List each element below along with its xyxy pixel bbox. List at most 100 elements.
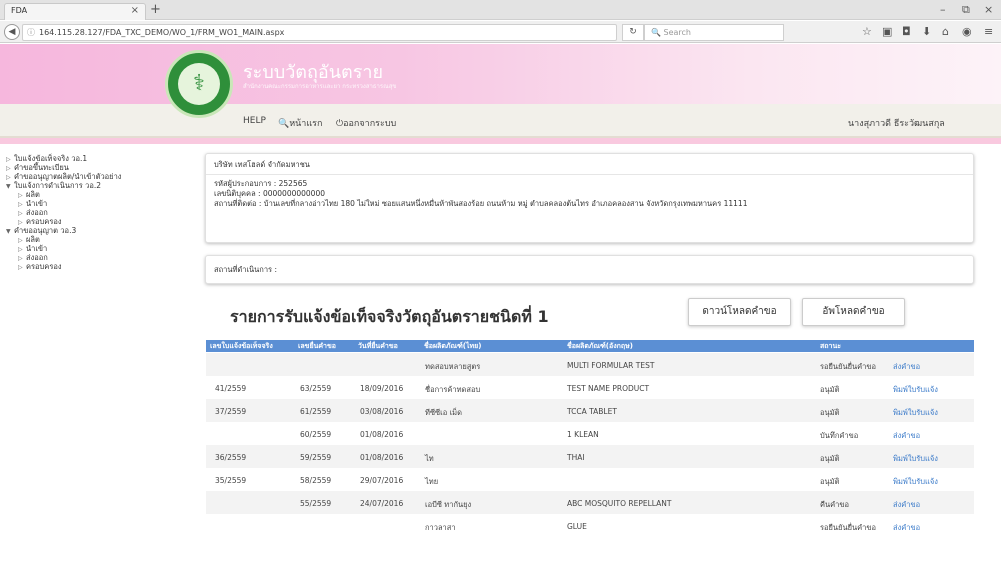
- menu-icon[interactable]: ≡: [984, 25, 993, 38]
- sidebar-item-wo2[interactable]: ▼ ใบแจ้งการดำเนินการ วอ.2: [6, 181, 196, 190]
- sidebar-subitem-import[interactable]: ▷ นำเข้า: [6, 244, 196, 253]
- cell-action[interactable]: พิมพ์ใบรับแจ้ง: [893, 384, 938, 396]
- cell-request-date: 18/09/2016: [360, 384, 404, 393]
- browser-nav-bar: ◀ ⓘ 164.115.28.127/FDA_TXC_DEMO/WO_1/FRM_…: [0, 21, 1001, 43]
- cell-action[interactable]: ส่งคำขอ: [893, 522, 920, 534]
- column-header-notice-no: เลขใบแจ้งข้อเท็จจริง: [210, 342, 273, 350]
- cell-request-no: 60/2559: [300, 430, 332, 439]
- close-window-icon[interactable]: ×: [984, 3, 993, 16]
- bookmark-star-icon[interactable]: ☆: [862, 25, 872, 38]
- header-divider: [0, 138, 1001, 144]
- column-header-name-en: ชื่อผลิตภัณฑ์(อังกฤษ): [567, 342, 633, 350]
- cell-name-th: ไท: [425, 454, 434, 463]
- juristic-id: เลขนิติบุคคล : 0000000000000: [214, 189, 326, 198]
- info-icon: ⓘ: [27, 28, 35, 37]
- pocket-icon[interactable]: ◘: [902, 25, 911, 38]
- help-link[interactable]: HELP: [243, 116, 266, 126]
- sidebar-item-wo3[interactable]: ▼ คำขออนุญาต วอ.3: [6, 226, 196, 235]
- cell-name-en: THAI: [567, 453, 585, 462]
- cell-action[interactable]: พิมพ์ใบรับแจ้ง: [893, 476, 938, 488]
- company-info-panel: บริษัท เทสโฮลด์ จำกัดมหาชน รหัสผู้ประกอบ…: [205, 153, 974, 243]
- location-label: สถานที่ดำเนินการ :: [214, 265, 277, 274]
- cell-request-date: 01/08/2016: [360, 430, 404, 439]
- cell-action[interactable]: พิมพ์ใบรับแจ้ง: [893, 407, 938, 419]
- sidebar-subitem-export[interactable]: ▷ ส่งออก: [6, 253, 196, 262]
- cell-status: รอยืนยันยื่นคำขอ: [820, 362, 876, 371]
- cell-name-en: ABC MOSQUITO REPELLANT: [567, 499, 672, 508]
- page-title: รายการรับแจ้งข้อเท็จจริงวัตถุอันตรายชนิด…: [230, 307, 549, 326]
- cell-name-th: ทดสอบหลายสูตร: [425, 362, 481, 371]
- cell-action[interactable]: ส่งคำขอ: [893, 430, 920, 442]
- cell-request-no: 61/2559: [300, 407, 332, 416]
- sidebar-tree: ▷ ใบแจ้งข้อเท็จจริง วอ.1 ▷ คำขอขึ้นทะเบียน…: [6, 154, 196, 271]
- url-text: 164.115.28.127/FDA_TXC_DEMO/WO_1/FRM_WO1…: [39, 28, 285, 37]
- sidebar-item-sample-permit[interactable]: ▷ คำขออนุญาตผลิต/นำเข้าตัวอย่าง: [6, 172, 196, 181]
- column-header-name-th: ชื่อผลิตภัณฑ์(ไทย): [424, 342, 482, 350]
- cell-notice-no: 35/2559: [215, 476, 247, 485]
- cell-action[interactable]: ส่งคำขอ: [893, 499, 920, 511]
- new-tab-icon[interactable]: +: [150, 2, 161, 17]
- cell-status: อนุมัติ: [820, 477, 840, 486]
- browser-tab-bar: FDA × + – ⧉ ×: [0, 0, 1001, 20]
- cell-status: คืนคำขอ: [820, 500, 850, 509]
- cell-request-date: 01/08/2016: [360, 453, 404, 462]
- search-icon: 🔍: [278, 119, 290, 129]
- sidebar-subitem-possess[interactable]: ▷ ครอบครอง: [6, 262, 196, 271]
- panel-divider: [206, 174, 973, 175]
- restore-icon[interactable]: ⧉: [962, 3, 970, 17]
- browser-tab[interactable]: FDA ×: [4, 3, 146, 20]
- company-name: บริษัท เทสโฮลด์ จำกัดมหาชน: [214, 160, 310, 169]
- home-link[interactable]: 🔍หน้าแรก: [278, 116, 322, 130]
- sidebar-subitem-produce[interactable]: ▷ ผลิต: [6, 235, 196, 244]
- cell-status: อนุมัติ: [820, 408, 840, 417]
- column-header-request-date: วันที่ยื่นคำขอ: [358, 342, 398, 350]
- cell-status: บันทึกคำขอ: [820, 431, 859, 440]
- system-subtitle: สำนักงานคณะกรรมการอาหารและยา กระทรวงสาธา…: [243, 83, 397, 90]
- logout-link[interactable]: ⏻ออกจากระบบ: [336, 116, 396, 130]
- home-icon[interactable]: ⌂: [942, 25, 949, 38]
- sidebar-item-wo1[interactable]: ▷ ใบแจ้งข้อเท็จจริง วอ.1: [6, 154, 196, 163]
- cell-request-no: 63/2559: [300, 384, 332, 393]
- cell-name-en: MULTI FORMULAR TEST: [567, 361, 655, 370]
- cell-name-th: ไทย: [425, 477, 439, 486]
- reload-icon[interactable]: ↻: [622, 24, 644, 41]
- location-panel: สถานที่ดำเนินการ :: [205, 255, 974, 284]
- company-address: สถานที่ติดต่อ : บ้านเลขที่กลางอ่าวไทย 18…: [214, 199, 748, 208]
- reading-list-icon[interactable]: ▣: [882, 25, 892, 38]
- back-arrow-icon[interactable]: ◀: [4, 24, 20, 40]
- cell-request-no: 55/2559: [300, 499, 332, 508]
- cell-action[interactable]: ส่งคำขอ: [893, 361, 920, 373]
- cell-name-th: กาวลาสา: [425, 523, 456, 532]
- cell-request-date: 24/07/2016: [360, 499, 404, 508]
- sidebar-subitem-produce[interactable]: ▷ ผลิต: [6, 190, 196, 199]
- cell-status: อนุมัติ: [820, 385, 840, 394]
- upload-request-button[interactable]: อัพโหลดคำขอ: [802, 298, 905, 326]
- cell-request-no: 59/2559: [300, 453, 332, 462]
- column-header-status: สถานะ: [820, 342, 841, 350]
- cell-name-th: ชื่อการค้าทดสอบ: [425, 385, 481, 394]
- fda-logo: ⚕: [165, 50, 233, 118]
- user-name: นางสุภาวดี ธีระวัฒนสกุล: [848, 119, 945, 129]
- cell-name-en: TEST NAME PRODUCT: [567, 384, 650, 393]
- sidebar-subitem-import[interactable]: ▷ นำเข้า: [6, 199, 196, 208]
- close-tab-icon[interactable]: ×: [131, 5, 139, 16]
- operator-id: รหัสผู้ประกอบการ : 252565: [214, 179, 308, 188]
- address-bar[interactable]: ⓘ 164.115.28.127/FDA_TXC_DEMO/WO_1/FRM_WO…: [22, 24, 617, 41]
- cell-name-en: TCCA TABLET: [567, 407, 617, 416]
- extension-icon[interactable]: ◉: [962, 25, 972, 38]
- cell-notice-no: 36/2559: [215, 453, 247, 462]
- caduceus-icon: ⚕: [178, 63, 220, 105]
- site-banner: [0, 44, 1001, 104]
- cell-action[interactable]: พิมพ์ใบรับแจ้ง: [893, 453, 938, 465]
- minimize-icon[interactable]: –: [940, 3, 946, 16]
- collapse-arrow-icon: ▼: [6, 228, 11, 235]
- download-icon[interactable]: ⬇: [922, 25, 931, 38]
- browser-search-input[interactable]: 🔍 Search: [644, 24, 784, 41]
- column-header-request-no: เลขยื่นคำขอ: [298, 342, 336, 350]
- cell-notice-no: 37/2559: [215, 407, 247, 416]
- download-request-button[interactable]: ดาวน์โหลดคำขอ: [688, 298, 791, 326]
- sidebar-subitem-possess[interactable]: ▷ ครอบครอง: [6, 217, 196, 226]
- cell-name-th: เอบีซี ทากันยุง: [425, 500, 472, 509]
- sidebar-subitem-export[interactable]: ▷ ส่งออก: [6, 208, 196, 217]
- sidebar-item-registration[interactable]: ▷ คำขอขึ้นทะเบียน: [6, 163, 196, 172]
